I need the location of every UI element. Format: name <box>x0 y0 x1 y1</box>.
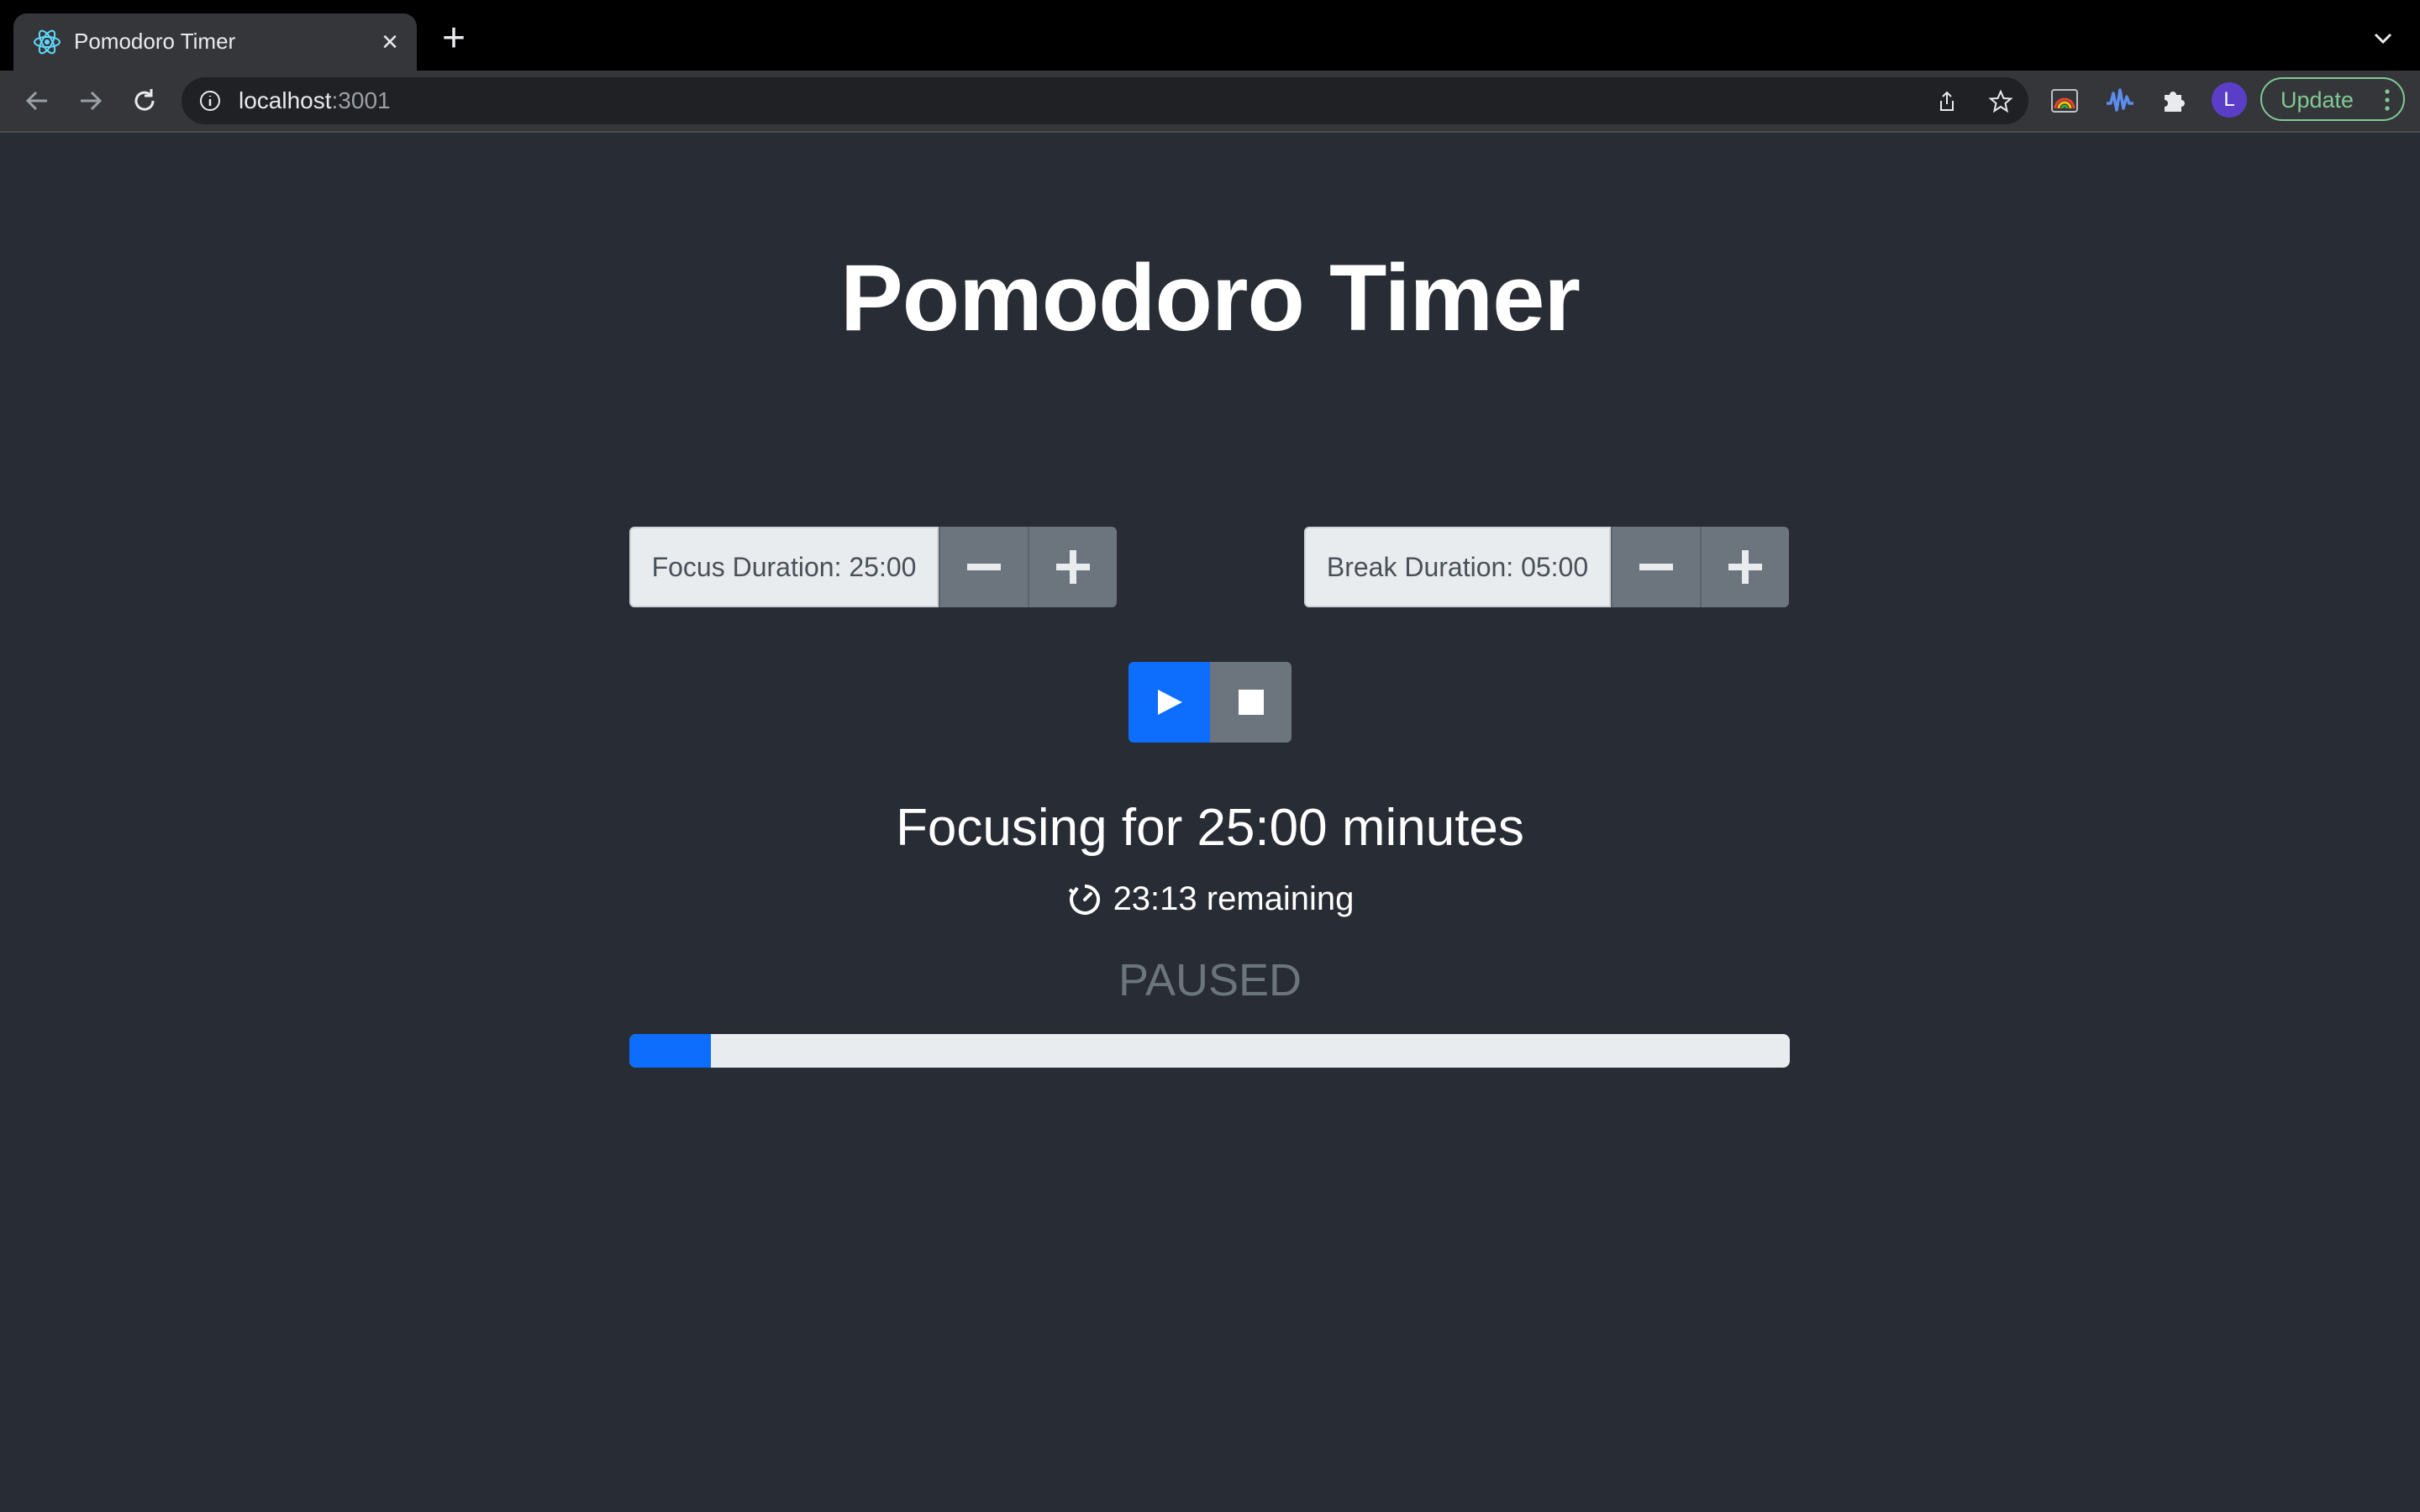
update-label: Update <box>2281 87 2354 113</box>
session-status-heading: Focusing for 25:00 minutes <box>896 799 1524 857</box>
site-info-icon[interactable] <box>198 89 222 113</box>
play-pause-button[interactable] <box>1128 662 1210 743</box>
back-icon[interactable] <box>18 82 55 119</box>
timer-controls <box>1128 662 1292 743</box>
minus-icon <box>1639 564 1673 570</box>
profile-avatar[interactable]: L <box>2212 82 2247 118</box>
forward-icon[interactable] <box>72 82 109 119</box>
new-tab-icon[interactable]: + <box>434 18 474 60</box>
url-text: localhost:3001 <box>239 87 391 114</box>
progress-bar-fill <box>629 1034 711 1068</box>
minus-icon <box>967 564 1001 570</box>
plus-icon <box>1056 550 1090 584</box>
share-icon[interactable] <box>1934 89 1960 114</box>
session-progress-bar <box>629 1034 1790 1068</box>
reload-icon[interactable] <box>126 82 163 119</box>
decrease-break-button[interactable] <box>1611 527 1700 607</box>
time-remaining-text: 23:13 remaining <box>1113 880 1355 917</box>
break-duration-control: Break Duration: 05:00 <box>1304 527 1789 607</box>
rainbow-extension-icon[interactable] <box>2049 85 2081 117</box>
time-remaining: 23:13 remaining <box>0 880 2420 918</box>
address-bar[interactable]: localhost:3001 <box>182 77 2028 124</box>
page-title: Pomodoro Timer <box>839 245 1581 350</box>
chevron-down-icon[interactable] <box>2368 24 2398 54</box>
bookmark-star-icon[interactable] <box>1988 89 2013 114</box>
break-duration-label: Break Duration: 05:00 <box>1304 527 1611 607</box>
timer-icon <box>1068 884 1100 915</box>
react-icon <box>34 29 60 55</box>
close-tab-icon[interactable]: × <box>378 28 402 56</box>
stop-icon <box>1238 690 1264 715</box>
extensions-puzzle-icon[interactable] <box>2158 85 2190 117</box>
paused-indicator: PAUSED <box>1118 955 1302 1005</box>
increase-focus-button[interactable] <box>1028 527 1117 607</box>
kebab-menu-icon[interactable] <box>2383 87 2391 113</box>
url-host: localhost <box>239 87 332 113</box>
increase-break-button[interactable] <box>1700 527 1789 607</box>
waveform-extension-icon[interactable] <box>2104 85 2136 117</box>
stop-button[interactable] <box>1210 662 1292 743</box>
tab-title: Pomodoro Timer <box>74 29 236 54</box>
url-port: :3001 <box>331 87 391 113</box>
focus-duration-control: Focus Duration: 25:00 <box>629 527 1117 607</box>
plus-icon <box>1728 550 1762 584</box>
update-button[interactable]: Update <box>2260 77 2405 121</box>
browser-toolbar: localhost:3001 L Update <box>0 71 2420 133</box>
browser-tab-strip: Pomodoro Timer × + <box>0 0 2420 71</box>
decrease-focus-button[interactable] <box>939 527 1028 607</box>
focus-duration-label: Focus Duration: 25:00 <box>629 527 939 607</box>
play-icon <box>1157 690 1182 715</box>
browser-tab[interactable]: Pomodoro Timer × <box>13 13 417 71</box>
